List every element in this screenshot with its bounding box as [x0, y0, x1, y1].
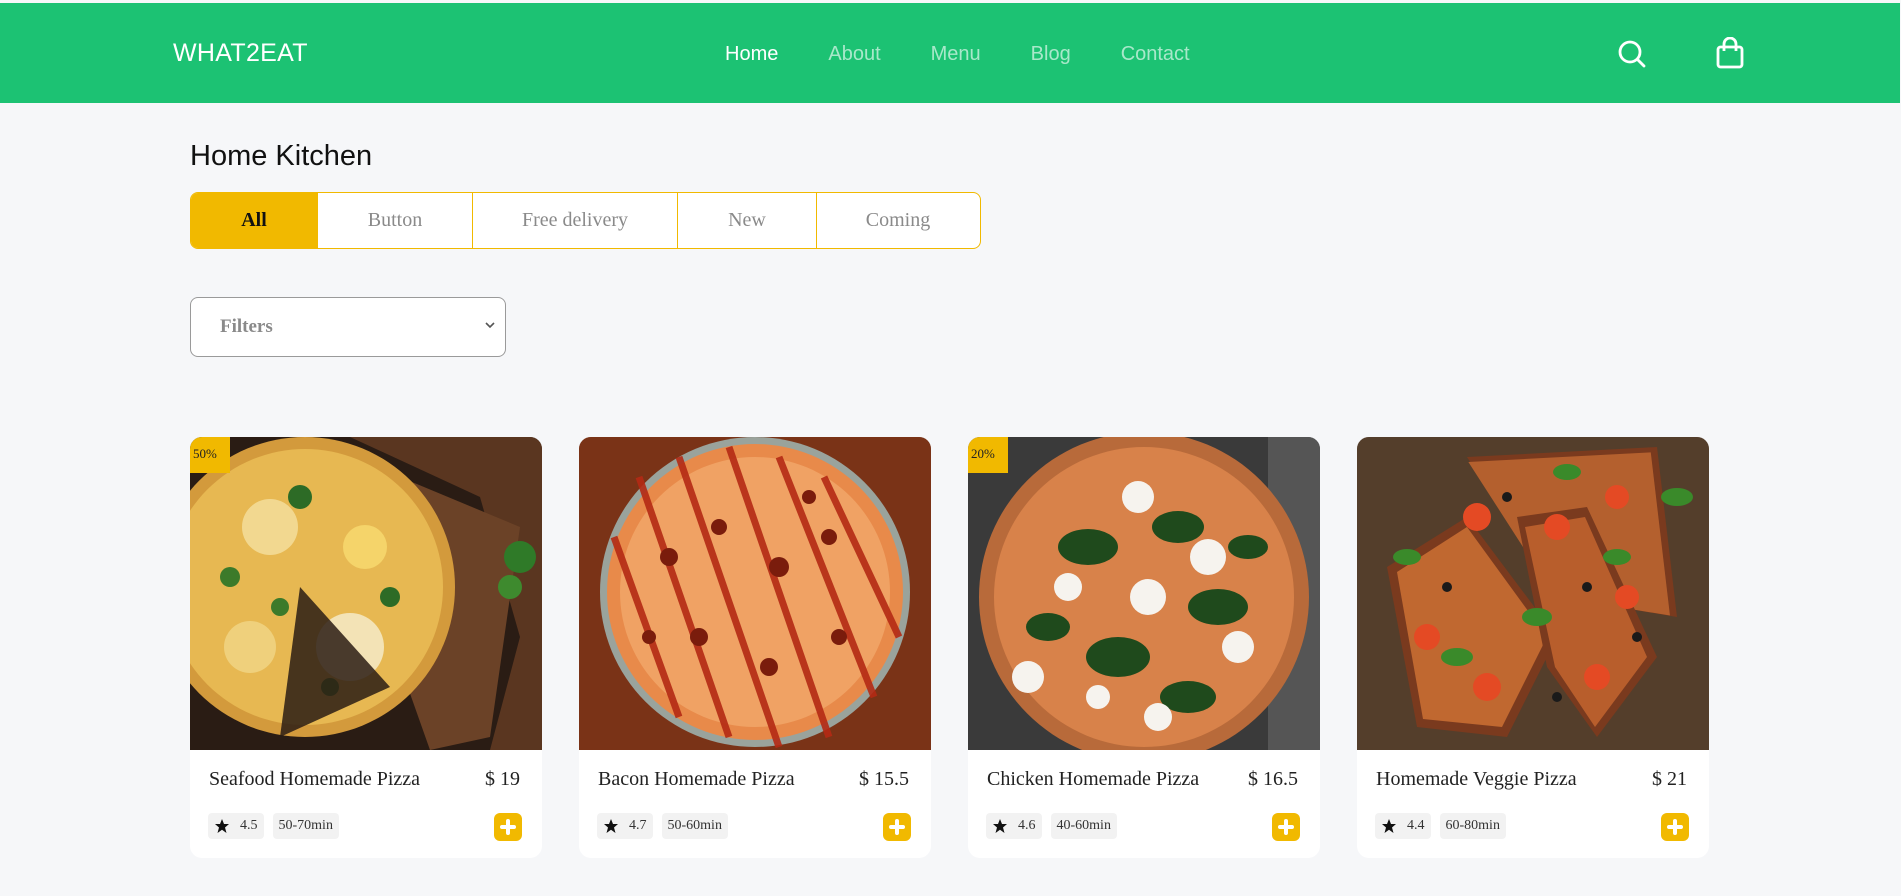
product-price: $ 21 — [1652, 768, 1687, 790]
product-card[interactable]: 20% Chicken Homemade Pizza $ 16.5 4.6 40… — [968, 437, 1320, 858]
chevron-down-icon — [485, 322, 495, 329]
product-meta: 4.4 60-80min — [1375, 813, 1506, 839]
product-name: Seafood Homemade Pizza — [209, 768, 421, 790]
brand-logo[interactable]: WHAT2EAT — [173, 39, 308, 68]
filters-select[interactable]: Filters — [190, 297, 506, 357]
rating-value: 4.6 — [1018, 818, 1036, 833]
delivery-time-chip: 40-60min — [1050, 813, 1117, 839]
rating-chip: 4.5 — [208, 813, 264, 839]
add-to-cart-button[interactable] — [1272, 813, 1300, 841]
delivery-time-chip: 60-80min — [1439, 813, 1506, 839]
product-image: 20% — [968, 437, 1320, 750]
product-image — [1357, 437, 1709, 750]
star-icon — [604, 819, 618, 833]
product-price: $ 15.5 — [859, 768, 909, 790]
product-meta: 4.6 40-60min — [986, 813, 1117, 839]
tab-coming[interactable]: Coming — [817, 193, 979, 248]
product-meta: 4.5 50-70min — [208, 813, 339, 839]
product-meta: 4.7 50-60min — [597, 813, 728, 839]
discount-badge: 50% — [190, 437, 230, 473]
product-image: 50% — [190, 437, 542, 750]
nav-menu[interactable]: Menu — [931, 39, 981, 69]
rating-value: 4.4 — [1407, 818, 1425, 833]
tab-free-delivery[interactable]: Free delivery — [473, 193, 678, 248]
product-name: Bacon Homemade Pizza — [598, 768, 795, 790]
rating-value: 4.5 — [240, 818, 258, 833]
nav-about[interactable]: About — [828, 39, 880, 69]
product-card[interactable]: Bacon Homemade Pizza $ 15.5 4.7 50-60min — [579, 437, 931, 858]
star-icon — [215, 819, 229, 833]
nav-home[interactable]: Home — [725, 39, 778, 69]
delivery-time-chip: 50-60min — [661, 813, 728, 839]
star-icon — [1382, 819, 1396, 833]
product-card[interactable]: 50% Seafood Homemade Pizza $ 19 4.5 50-7… — [190, 437, 542, 858]
product-price: $ 19 — [485, 768, 520, 790]
rating-chip: 4.4 — [1375, 813, 1431, 839]
shopping-bag-icon[interactable] — [1716, 36, 1744, 69]
product-name: Chicken Homemade Pizza — [987, 768, 1200, 790]
main-nav: Home About Menu Blog Contact — [725, 39, 1240, 69]
page-title: Home Kitchen — [190, 140, 373, 172]
top-navbar: WHAT2EAT Home About Menu Blog Contact — [0, 3, 1900, 103]
product-price: $ 16.5 — [1248, 768, 1298, 790]
add-to-cart-button[interactable] — [494, 813, 522, 841]
star-icon — [993, 819, 1007, 833]
delivery-time-chip: 50-70min — [272, 813, 339, 839]
nav-contact[interactable]: Contact — [1121, 39, 1190, 69]
product-card[interactable]: Homemade Veggie Pizza $ 21 4.4 60-80min — [1357, 437, 1709, 858]
tab-all[interactable]: All — [191, 193, 318, 248]
tab-button[interactable]: Button — [318, 193, 473, 248]
filters-select-value: Filters — [220, 316, 273, 337]
search-icon[interactable] — [1617, 39, 1647, 69]
rating-chip: 4.6 — [986, 813, 1042, 839]
discount-badge: 20% — [968, 437, 1008, 473]
rating-value: 4.7 — [629, 818, 647, 833]
add-to-cart-button[interactable] — [1661, 813, 1689, 841]
product-image — [579, 437, 931, 750]
tab-new[interactable]: New — [678, 193, 817, 248]
category-tabs: All Button Free delivery New Coming — [190, 192, 981, 249]
product-name: Homemade Veggie Pizza — [1376, 768, 1577, 790]
add-to-cart-button[interactable] — [883, 813, 911, 841]
nav-blog[interactable]: Blog — [1031, 39, 1071, 69]
rating-chip: 4.7 — [597, 813, 653, 839]
